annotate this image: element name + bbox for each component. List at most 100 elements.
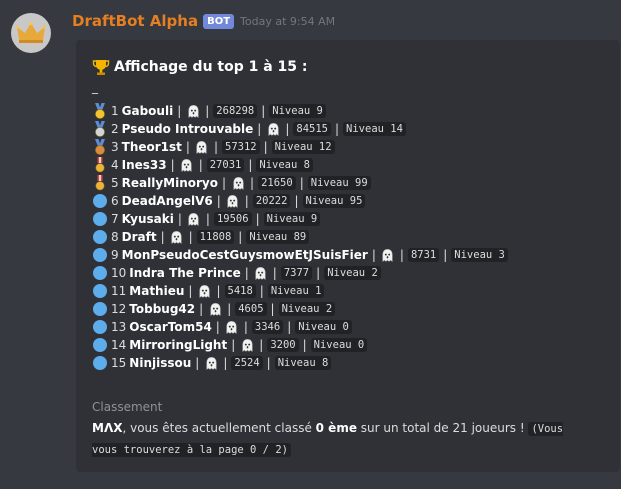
ghost-icon [203,355,219,371]
row-separator: | [222,176,227,190]
row-separator: | [215,320,220,334]
leaderboard-row: 6 DeadAngelV6 | | 20222 | Niveau 95 [92,192,508,210]
row-player-name: Indra The Prince [129,266,241,280]
blue-circle-icon [92,319,108,335]
timestamp: Today at 9:54 AM [240,14,336,28]
military-medal-icon [92,175,108,191]
row-player-name: Ines33 [121,158,167,172]
row-level: Niveau 95 [302,194,366,208]
blue-circle-icon [92,247,108,263]
row-separator: | [259,338,264,352]
row-level: Niveau 9 [263,212,321,226]
row-rank: 6 [111,194,119,208]
classement-label: Classement [92,400,163,414]
row-player-name: Gabouli [121,104,174,118]
row-rank: 8 [111,230,119,244]
classement-user: MΛX [92,421,123,435]
row-rank: 1 [111,104,119,118]
row-level: Niveau 89 [246,230,310,244]
row-player-name: Pseudo Introuvable [121,122,254,136]
row-rank: 7 [111,212,119,226]
leaderboard-row: 1 Gabouli | | 268298 | Niveau 9 [92,102,508,120]
row-points: 268298 [213,104,258,118]
row-separator: | [259,284,264,298]
row-separator: | [199,302,204,316]
row-player-name: Draft [121,230,157,244]
leaderboard-list: 1 Gabouli | | 268298 | Niveau 9 2 Pseudo Introuv… [92,102,508,372]
blue-circle-icon [92,301,108,317]
leaderboard-row: 2 Pseudo Introuvable | | 84515 | Niveau 14 [92,120,508,138]
row-level: Niveau 3 [451,248,508,262]
row-rank: 2 [111,122,119,136]
row-level: Niveau 99 [307,176,371,190]
leaderboard-row: 13 OscarTom54 | | 3346 | Niveau 0 [92,318,508,336]
row-separator: | [160,230,165,244]
row-separator: | [299,176,304,190]
row-points: 84515 [293,122,331,136]
leaderboard-row: 12 Tobbug42 | | 4605 | Niveau 2 [92,300,508,318]
row-separator: | [287,320,292,334]
row-points: 3200 [267,338,299,352]
silver-medal-icon [92,121,108,137]
bot-avatar[interactable] [11,13,51,53]
row-points: 57312 [222,140,260,154]
row-level: Niveau 8 [274,356,332,370]
row-player-name: OscarTom54 [129,320,212,334]
row-points: 8731 [407,248,440,262]
row-rank: 14 [111,338,127,352]
leaderboard-embed: Affichage du top 1 à 15 : _ 1 Gabouli | | 26… [76,40,620,472]
row-player-name: Kyusaki [121,212,174,226]
username[interactable]: DraftBot Alpha [72,12,198,30]
ghost-icon [253,265,269,281]
leaderboard-row: 11 Mathieu | | 5418 | Niveau 1 [92,282,508,300]
row-rank: 15 [111,356,127,370]
ghost-icon [380,247,396,263]
ghost-icon [225,193,241,209]
row-separator: | [227,302,232,316]
row-level: Niveau 1 [267,284,325,298]
blue-circle-icon [92,265,108,281]
ghost-icon [185,103,201,119]
leaderboard-row: 9 MonPseudoCestGuysmowEtJSuisFier | | 8731 | N… [92,246,508,264]
embed-title-text: Affichage du top 1 à 15 : [114,59,308,75]
blue-circle-icon [92,337,108,353]
row-separator: | [185,140,190,154]
row-points: 11808 [196,230,235,244]
leaderboard-row: 5 ReallyMinoryo | | 21650 | Niveau 99 [92,174,508,192]
bot-badge: BOT [203,13,235,29]
row-points: 3346 [251,320,284,334]
row-points: 7377 [280,266,313,280]
row-level: Niveau 0 [295,320,352,334]
row-separator: | [205,104,210,118]
row-level: Niveau 9 [269,104,326,118]
blue-circle-icon [92,283,108,299]
row-player-name: Ninjissou [129,356,192,370]
row-level: Niveau 0 [310,338,368,352]
row-separator: | [316,266,321,280]
row-player-name: MirroringLight [129,338,228,352]
ghost-icon [196,283,212,299]
row-separator: | [238,230,243,244]
bronze-medal-icon [92,139,108,155]
row-separator: | [250,176,255,190]
ghost-icon [207,301,223,317]
row-separator: | [244,194,249,208]
row-separator: | [266,356,271,370]
row-points: 5418 [224,284,256,298]
row-separator: | [188,284,193,298]
trophy-icon [92,60,110,75]
classement-rank: 0 ème [315,421,357,435]
row-separator: | [285,122,290,136]
leaderboard-row: 10 Indra The Prince | | 7377 | Niveau 2 [92,264,508,282]
row-separator: | [223,356,228,370]
row-level: Niveau 2 [324,266,381,280]
row-separator: | [177,104,182,118]
row-separator: | [198,158,203,172]
blue-circle-icon [92,229,108,245]
classement-text-2: sur un total de 21 joueurs ! [356,421,529,435]
row-points: 2524 [231,356,263,370]
row-player-name: ReallyMinoryo [121,176,218,190]
row-separator: | [188,230,193,244]
row-rank: 12 [111,302,127,316]
row-separator: | [205,212,210,226]
